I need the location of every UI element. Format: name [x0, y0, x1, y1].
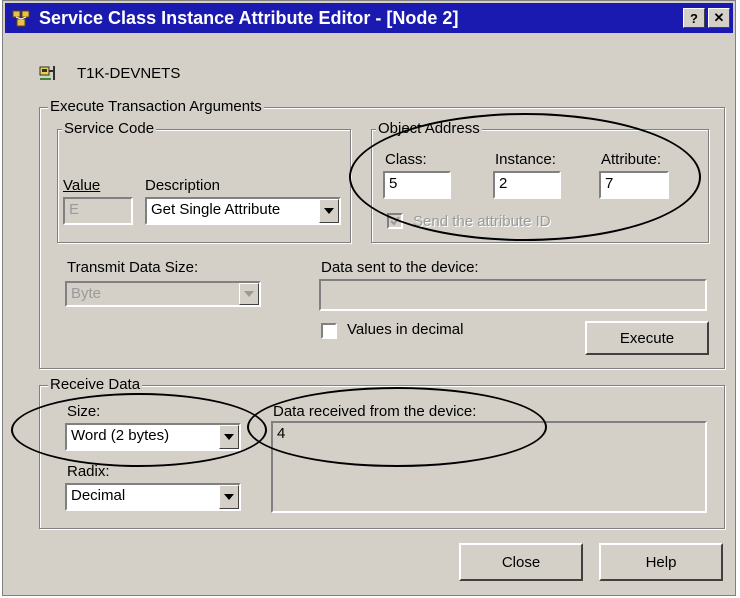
object-address-legend: Object Address: [376, 120, 482, 137]
size-value: Word (2 bytes): [71, 427, 170, 444]
data-received-field[interactable]: 4: [271, 421, 707, 513]
transmit-size-label: Transmit Data Size:: [67, 259, 199, 276]
size-label: Size:: [67, 403, 101, 420]
device-icon: [39, 66, 55, 80]
help-title-button[interactable]: ?: [683, 8, 705, 28]
chevron-down-icon: [244, 291, 254, 297]
transmit-size-value: Byte: [71, 285, 102, 302]
value-field: E: [63, 197, 133, 225]
chevron-down-icon: [224, 434, 234, 440]
close-title-button[interactable]: ✕: [708, 8, 730, 28]
description-dropdown[interactable]: Get Single Attribute: [145, 197, 341, 225]
receive-group-legend: Receive Data: [48, 376, 143, 393]
dialog-window: Service Class Instance Attribute Editor …: [2, 0, 736, 596]
description-value: Get Single Attribute: [151, 201, 281, 218]
radix-dropdown-button[interactable]: [219, 485, 239, 509]
service-code-legend: Service Code: [62, 120, 157, 137]
values-decimal-label: Values in decimal: [347, 321, 464, 338]
radix-dropdown[interactable]: Decimal: [65, 483, 241, 511]
description-dropdown-button[interactable]: [319, 199, 339, 223]
send-attribute-label: Send the attribute ID: [413, 213, 551, 230]
data-received-label: Data received from the device:: [273, 403, 477, 420]
class-input[interactable]: 5: [383, 171, 451, 199]
window-title: Service Class Instance Attribute Editor …: [39, 7, 459, 28]
attribute-label: Attribute:: [601, 151, 662, 168]
radix-label: Radix:: [67, 463, 110, 480]
data-sent-label: Data sent to the device:: [321, 259, 479, 276]
send-attribute-checkbox: [387, 213, 403, 229]
execute-group-legend: Execute Transaction Arguments: [48, 98, 264, 115]
title-bar[interactable]: Service Class Instance Attribute Editor …: [5, 3, 733, 33]
chevron-down-icon: [324, 208, 334, 214]
size-dropdown[interactable]: Word (2 bytes): [65, 423, 241, 451]
values-decimal-checkbox[interactable]: [321, 323, 337, 339]
close-icon: ✕: [713, 10, 725, 25]
class-label: Class:: [385, 151, 427, 168]
radix-value: Decimal: [71, 487, 126, 504]
value-label: Value: [63, 177, 101, 194]
execute-button[interactable]: Execute: [585, 321, 709, 355]
data-sent-field: [319, 279, 707, 311]
device-row: T1K-DEVNETS: [39, 63, 180, 83]
description-label: Description: [145, 177, 221, 194]
close-button[interactable]: Close: [459, 543, 583, 581]
size-dropdown-button[interactable]: [219, 425, 239, 449]
instance-input[interactable]: 2: [493, 171, 561, 199]
instance-label: Instance:: [495, 151, 556, 168]
app-icon: [11, 8, 31, 28]
help-button-label: Help: [645, 553, 677, 571]
transmit-size-dropdown-button: [239, 283, 259, 305]
question-icon: ?: [690, 10, 698, 26]
check-icon: [390, 216, 400, 226]
chevron-down-icon: [224, 494, 234, 500]
attribute-input[interactable]: 7: [599, 171, 669, 199]
help-button[interactable]: Help: [599, 543, 723, 581]
close-button-label: Close: [501, 553, 541, 571]
transmit-size-dropdown: Byte: [65, 281, 261, 307]
device-name: T1K-DEVNETS: [77, 64, 181, 82]
